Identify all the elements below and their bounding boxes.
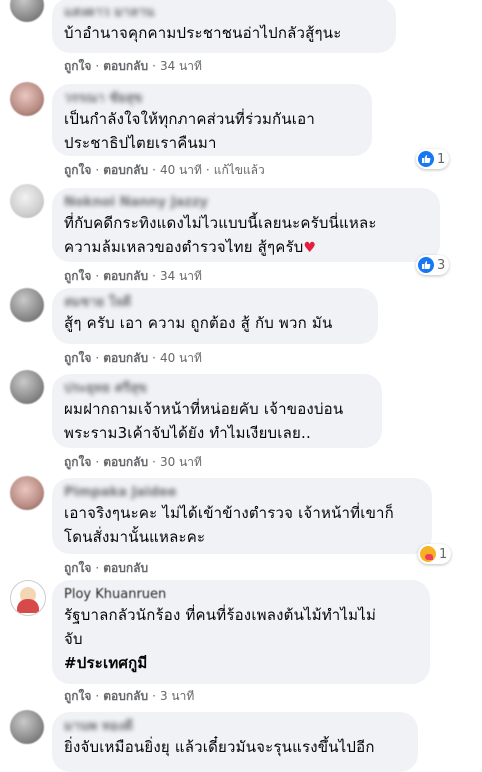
timestamp[interactable]: 30 นาที [160,455,202,469]
commenter-name[interactable]: มานพ ทองดี [64,718,406,735]
reaction-summary[interactable]: 1 [418,544,452,564]
avatar[interactable] [10,0,44,22]
edited-label[interactable]: แก้ไขแล้ว [214,163,265,177]
avatar[interactable] [10,370,44,404]
like-link[interactable]: ถูกใจ [64,561,91,575]
comment-actions: ถูกใจ · ตอบกลับ · 3 นาที [64,689,195,703]
avatar[interactable] [10,580,46,616]
avatar[interactable] [10,710,44,744]
comment-text: บ้าอำนาจคุกคามประชาชนอ่าไปกลัวสู้ๆนะ [64,24,342,42]
comment-text: เอาจริงๆนะคะ ไม่ได้เข้าข้างตำรวจ เจ้าหน้… [64,504,394,546]
reply-link[interactable]: ตอบกลับ [103,561,148,575]
commenter-name[interactable]: Noknoi Nanny Jazzy [64,194,428,211]
comment-actions: ถูกใจ · ตอบกลับ · 34 นาที [64,269,202,283]
heart-emoji-icon: ♥ [303,240,317,256]
reply-link[interactable]: ตอบกลับ [103,689,148,703]
commenter-name[interactable]: วรรณา ชัยสุข [64,90,360,107]
like-reaction-icon [418,151,434,167]
commenter-name[interactable]: แสงดาว มาลาน [64,4,384,21]
comment-bubble: Ploy Khuanruen รัฐบาลกลัวนักร้อง ที่คนที… [52,580,430,684]
comment-bubble: วรรณา ชัยสุข เป็นกำลังใจให้ทุกภาคส่วนที่… [52,84,372,156]
comment-text: สู้ๆ ครับ เอา ความ ถูกต้อง สู้ กับ พวก ม… [64,314,333,332]
commenter-name[interactable]: Ploy Khuanruen [64,586,418,603]
avatar[interactable] [10,184,44,218]
comment-bubble: แสงดาว มาลาน บ้าอำนาจคุกคามประชาชนอ่าไปก… [52,0,396,53]
reaction-count: 3 [437,257,446,273]
comment-actions: ถูกใจ · ตอบกลับ · 30 นาที [64,455,202,469]
comment-text: รัฐบาลกลัวนักร้อง ที่คนที่ร้องเพลงต้นไม้… [64,606,377,648]
hashtag-link[interactable]: #ประเทศกูมี [64,651,418,675]
avatar[interactable] [10,82,44,116]
like-link[interactable]: ถูกใจ [64,455,91,469]
timestamp[interactable]: 40 นาที [160,351,202,365]
like-link[interactable]: ถูกใจ [64,351,91,365]
commenter-name[interactable]: Pimpaka Jaidee [64,484,420,501]
comment-bubble: Noknoi Nanny Jazzy ที่กับคดีกระทิงแดงไม่… [52,188,440,262]
like-link[interactable]: ถูกใจ [64,269,91,283]
comment-text: เป็นกำลังใจให้ทุกภาคส่วนที่ร่วมกันเอา ปร… [64,110,315,152]
avatar[interactable] [10,288,44,322]
reaction-count: 1 [437,151,446,167]
comment-actions: ถูกใจ · ตอบกลับ [64,561,149,575]
care-reaction-icon [420,546,436,562]
like-link[interactable]: ถูกใจ [64,59,91,73]
timestamp[interactable]: 3 นาที [160,689,194,703]
like-link[interactable]: ถูกใจ [64,689,91,703]
comment-actions: ถูกใจ · ตอบกลับ · 34 นาที [64,59,202,73]
comment-text: ผมฝากถามเจ้าหน้าที่หน่อยคับ เจ้าของบ่อน … [64,400,344,442]
like-reaction-icon [418,257,434,273]
comment-text: ที่กับคดีกระทิงแดงไม่ไวแบบนี้เลยนะครับนี… [64,214,377,256]
avatar[interactable] [10,476,44,510]
reply-link[interactable]: ตอบกลับ [103,269,148,283]
like-link[interactable]: ถูกใจ [64,163,91,177]
commenter-name[interactable]: ประยุทธ ศรีสุข [64,380,370,397]
reply-link[interactable]: ตอบกลับ [103,455,148,469]
comment-text: ยิ่งจับเหมือนยิ่งยุ แล้วเดี๋ยวมันจะรุนแร… [64,738,375,756]
reaction-count: 1 [439,546,448,562]
timestamp[interactable]: 34 นาที [160,269,202,283]
comment-actions: ถูกใจ · ตอบกลับ · 40 นาที [64,351,202,365]
reaction-summary[interactable]: 1 [416,149,450,169]
reply-link[interactable]: ตอบกลับ [103,351,148,365]
reply-link[interactable]: ตอบกลับ [103,163,148,177]
comment-actions: ถูกใจ · ตอบกลับ · 40 นาที · แก้ไขแล้ว [64,163,265,177]
reaction-summary[interactable]: 3 [416,255,450,275]
timestamp[interactable]: 40 นาที [160,163,202,177]
comment-bubble: Pimpaka Jaidee เอาจริงๆนะคะ ไม่ได้เข้าข้… [52,478,432,554]
comment-bubble: มานพ ทองดี ยิ่งจับเหมือนยิ่งยุ แล้วเดี๋ย… [52,712,418,772]
reply-link[interactable]: ตอบกลับ [103,59,148,73]
comment-bubble: สมชาย ใจดี สู้ๆ ครับ เอา ความ ถูกต้อง สู… [52,288,378,344]
commenter-name[interactable]: สมชาย ใจดี [64,294,366,311]
comment-bubble: ประยุทธ ศรีสุข ผมฝากถามเจ้าหน้าที่หน่อยค… [52,374,382,448]
timestamp[interactable]: 34 นาที [160,59,202,73]
